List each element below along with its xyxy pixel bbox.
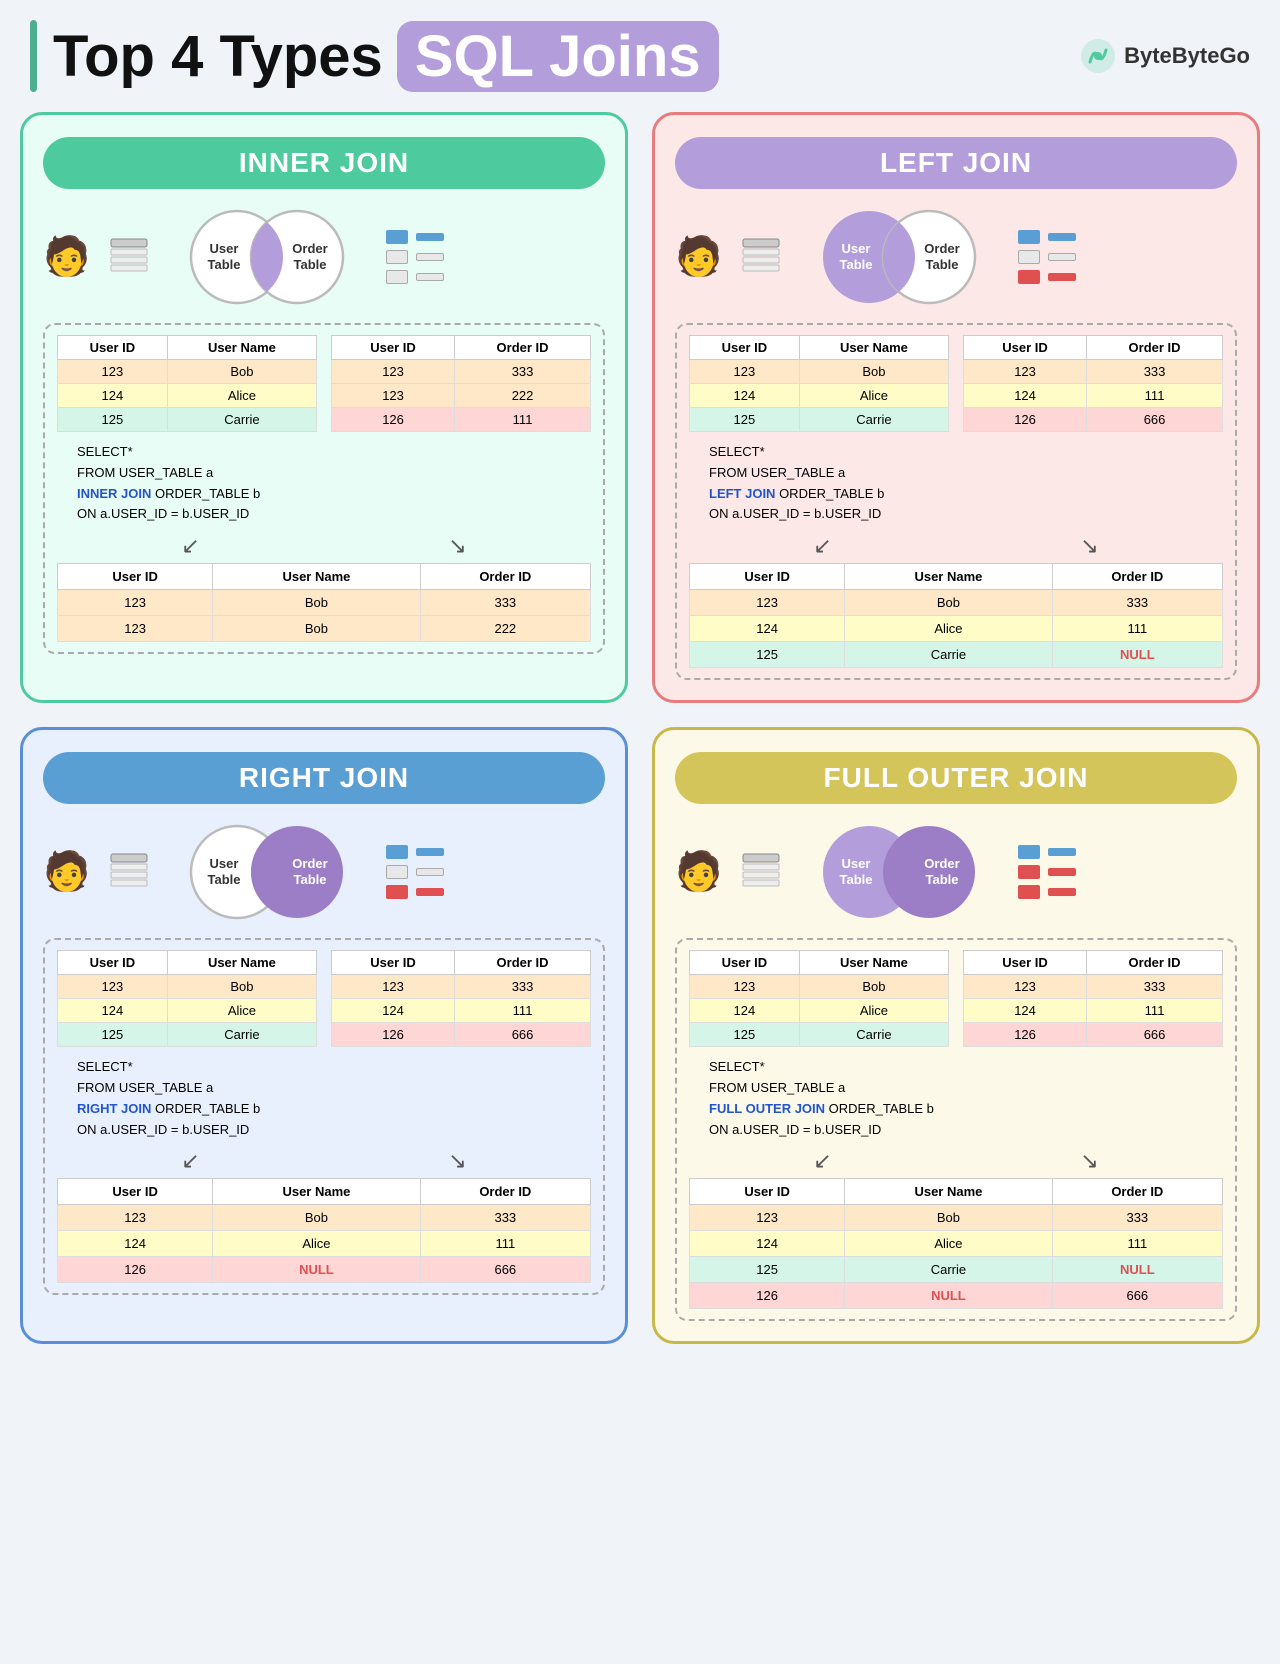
left-legend [1018, 230, 1076, 284]
svg-text:Order: Order [293, 856, 328, 871]
right-join-input-box: User IDUser Name 123Bob 124Alice 125Carr… [43, 938, 605, 1295]
full-user-table: User IDUser Name 123Bob 124Alice 125Carr… [689, 950, 949, 1047]
right-join-arrows: ↙ ↘ [57, 1148, 591, 1174]
full-join-arrows: ↙ ↘ [689, 1148, 1223, 1174]
full-join-venn-row: 🧑 User Table Order Table [675, 822, 1237, 922]
brand-icon [1080, 38, 1116, 74]
svg-text:User: User [842, 856, 871, 871]
join-grid: INNER JOIN 🧑 User Table Order [20, 112, 1260, 1344]
full-join-result: User IDUser NameOrder ID 123Bob333 124Al… [689, 1178, 1223, 1309]
full-join-sql: SELECT* FROM USER_TABLE a FULL OUTER JOI… [689, 1057, 1223, 1140]
inner-join-tables-row: User IDUser Name 123Bob 124Alice 125Carr… [57, 335, 591, 432]
svg-text:Table: Table [840, 872, 873, 887]
left-join-input-box: User IDUser Name 123Bob 124Alice 125Carr… [675, 323, 1237, 680]
right-join-sql: SELECT* FROM USER_TABLE a RIGHT JOIN ORD… [57, 1057, 591, 1140]
right-join-venn-row: 🧑 User Table Order Table [43, 822, 605, 922]
inner-join-card: INNER JOIN 🧑 User Table Order [20, 112, 628, 703]
right-join-venn: User Table Order Table [172, 822, 362, 922]
right-legend [386, 845, 444, 899]
right-join-card: RIGHT JOIN 🧑 User Table Order Table [20, 727, 628, 1344]
right-join-tables-row: User IDUser Name 123Bob 124Alice 125Carr… [57, 950, 591, 1047]
svg-text:Table: Table [926, 257, 959, 272]
svg-text:User: User [210, 856, 239, 871]
page-title: Top 4 Types SQL Joins [53, 21, 719, 92]
table-icon-inner [110, 238, 148, 277]
full-legend [1018, 845, 1076, 899]
svg-text:Order: Order [925, 241, 960, 256]
accent-bar [30, 20, 37, 92]
table-icon-full [742, 853, 780, 892]
svg-text:Table: Table [926, 872, 959, 887]
full-join-tables-row: User IDUser Name 123Bob 124Alice 125Carr… [689, 950, 1223, 1047]
svg-text:Table: Table [294, 872, 327, 887]
svg-text:Order: Order [925, 856, 960, 871]
svg-text:Table: Table [208, 257, 241, 272]
inner-join-title: INNER JOIN [43, 137, 605, 189]
full-join-card: FULL OUTER JOIN 🧑 User Table Order Table [652, 727, 1260, 1344]
brand-logo: ByteByteGo [1080, 38, 1250, 74]
right-order-table: User IDOrder ID 123333 124111 126666 [331, 950, 591, 1047]
left-join-tables-row: User IDUser Name 123Bob 124Alice 125Carr… [689, 335, 1223, 432]
right-join-result: User IDUser NameOrder ID 123Bob333 124Al… [57, 1178, 591, 1283]
full-order-table: User IDOrder ID 123333 124111 126666 [963, 950, 1223, 1047]
svg-text:Table: Table [294, 257, 327, 272]
table-icon-right [110, 853, 148, 892]
inner-join-arrows: ↙ ↘ [57, 533, 591, 559]
right-user-table: User IDUser Name 123Bob 124Alice 125Carr… [57, 950, 317, 1047]
full-join-title: FULL OUTER JOIN [675, 752, 1237, 804]
svg-text:User: User [842, 241, 871, 256]
title-accent: SQL Joins [397, 21, 719, 92]
full-join-input-box: User IDUser Name 123Bob 124Alice 125Carr… [675, 938, 1237, 1321]
person-icon-left: 🧑 [675, 235, 722, 279]
full-join-venn: User Table Order Table [804, 822, 994, 922]
inner-join-venn: User Table Order Table [172, 207, 362, 307]
left-order-table: User IDOrder ID 123333 124111 126666 [963, 335, 1223, 432]
inner-order-table: User IDOrder ID 123333 123222 126111 [331, 335, 591, 432]
left-join-title: LEFT JOIN [675, 137, 1237, 189]
inner-join-result: User IDUser NameOrder ID 123Bob333 123Bo… [57, 563, 591, 642]
left-join-result: User IDUser NameOrder ID 123Bob333 124Al… [689, 563, 1223, 668]
svg-text:Order: Order [293, 241, 328, 256]
table-icon-left [742, 238, 780, 277]
left-join-sql: SELECT* FROM USER_TABLE a LEFT JOIN ORDE… [689, 442, 1223, 525]
person-icon-full: 🧑 [675, 850, 722, 894]
person-icon-inner: 🧑 [43, 235, 90, 279]
person-icon-right: 🧑 [43, 850, 90, 894]
title-text: Top 4 Types [53, 23, 383, 90]
svg-text:Table: Table [840, 257, 873, 272]
svg-text:User: User [210, 241, 239, 256]
left-join-card: LEFT JOIN 🧑 User Table Order Tabl [652, 112, 1260, 703]
brand-name: ByteByteGo [1124, 43, 1250, 69]
left-join-venn-row: 🧑 User Table Order Table [675, 207, 1237, 307]
inner-legend [386, 230, 444, 284]
inner-join-sql: SELECT* FROM USER_TABLE a INNER JOIN ORD… [57, 442, 591, 525]
inner-join-venn-row: 🧑 User Table Order Table [43, 207, 605, 307]
inner-user-table: User IDUser Name 123Bob 124Alice 125Carr… [57, 335, 317, 432]
left-join-venn: User Table Order Table [804, 207, 994, 307]
left-join-arrows: ↙ ↘ [689, 533, 1223, 559]
page-header: Top 4 Types SQL Joins ByteByteGo [20, 20, 1260, 92]
inner-join-input-box: User IDUser Name 123Bob 124Alice 125Carr… [43, 323, 605, 654]
left-user-table: User IDUser Name 123Bob 124Alice 125Carr… [689, 335, 949, 432]
right-join-title: RIGHT JOIN [43, 752, 605, 804]
svg-text:Table: Table [208, 872, 241, 887]
